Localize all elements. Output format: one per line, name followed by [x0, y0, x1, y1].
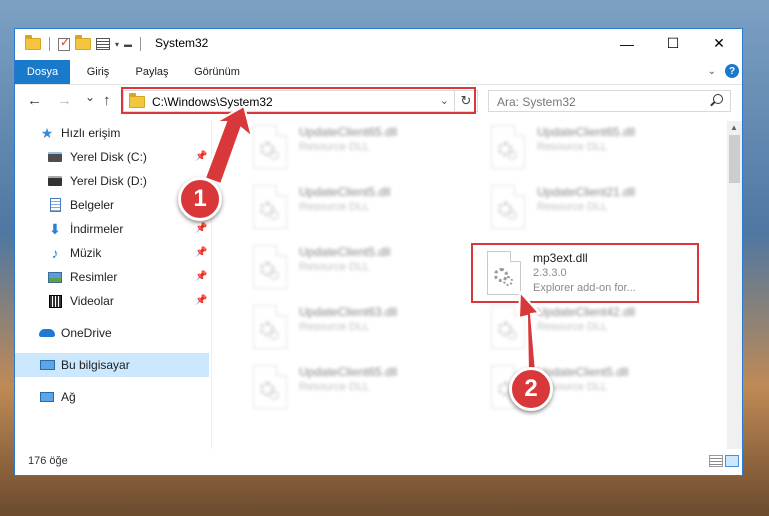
step-1-badge: 1 — [178, 177, 222, 221]
arrow-2 — [517, 289, 542, 373]
callout-arrows — [203, 104, 542, 373]
arrow-1 — [203, 104, 254, 186]
step-2-badge: 2 — [509, 367, 553, 411]
